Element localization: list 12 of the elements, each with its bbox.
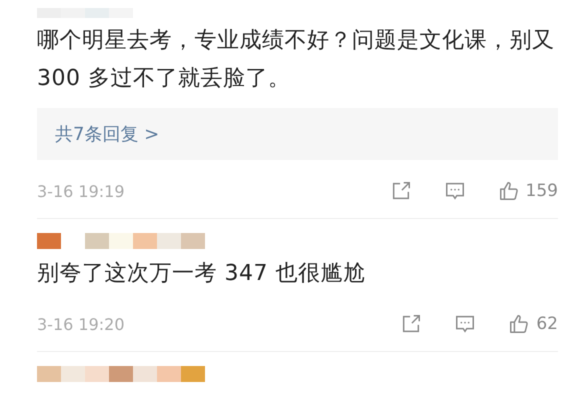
like-count: 62 bbox=[536, 314, 558, 334]
comment-icon[interactable] bbox=[454, 313, 476, 335]
comment-time: 3-16 19:19 bbox=[37, 182, 125, 200]
replies-link[interactable]: 共7条回复 > bbox=[55, 122, 160, 146]
comment-time: 3-16 19:20 bbox=[37, 314, 125, 334]
comment-text: 哪个明星去考，专业成绩不好？问题是文化课，别又 300 多过不了就丢脸了。 bbox=[37, 27, 556, 93]
share-icon[interactable] bbox=[400, 313, 422, 335]
thumbs-up-icon[interactable] bbox=[508, 313, 530, 335]
comment-icon[interactable] bbox=[444, 180, 466, 202]
thumbs-up-icon[interactable] bbox=[498, 180, 520, 202]
comment-text: 别夸了这次万一考 347 也很尴尬 bbox=[37, 260, 366, 288]
like-count: 159 bbox=[526, 181, 558, 201]
